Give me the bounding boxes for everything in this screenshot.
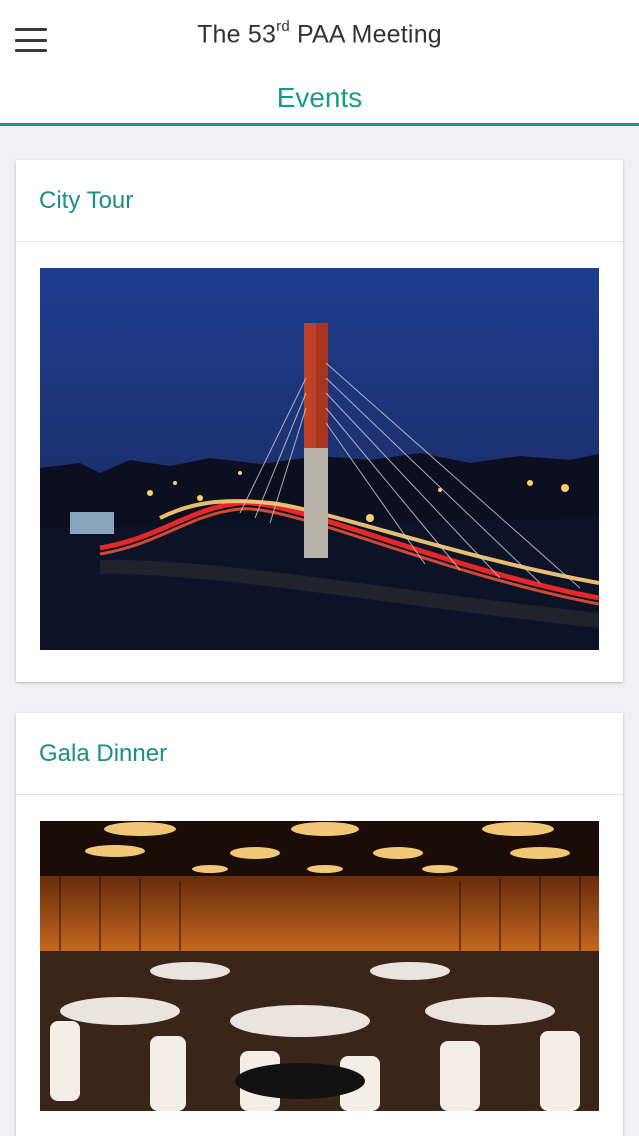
page-title-events: Events — [276, 82, 363, 113]
event-title: City Tour — [39, 186, 134, 214]
event-card-gala-dinner[interactable]: Gala Dinner — [16, 713, 623, 1136]
event-image-banquet[interactable] — [40, 821, 599, 1111]
card-header: City Tour — [16, 160, 623, 242]
event-image-bridge[interactable] — [40, 268, 599, 650]
app-bar: The 53rd PAA Meeting Events — [0, 0, 639, 126]
event-title: Gala Dinner — [39, 739, 168, 767]
app-title: The 53rd PAA Meeting — [197, 18, 442, 49]
card-header: Gala Dinner — [16, 713, 623, 795]
event-card-city-tour[interactable]: City Tour — [16, 160, 623, 682]
